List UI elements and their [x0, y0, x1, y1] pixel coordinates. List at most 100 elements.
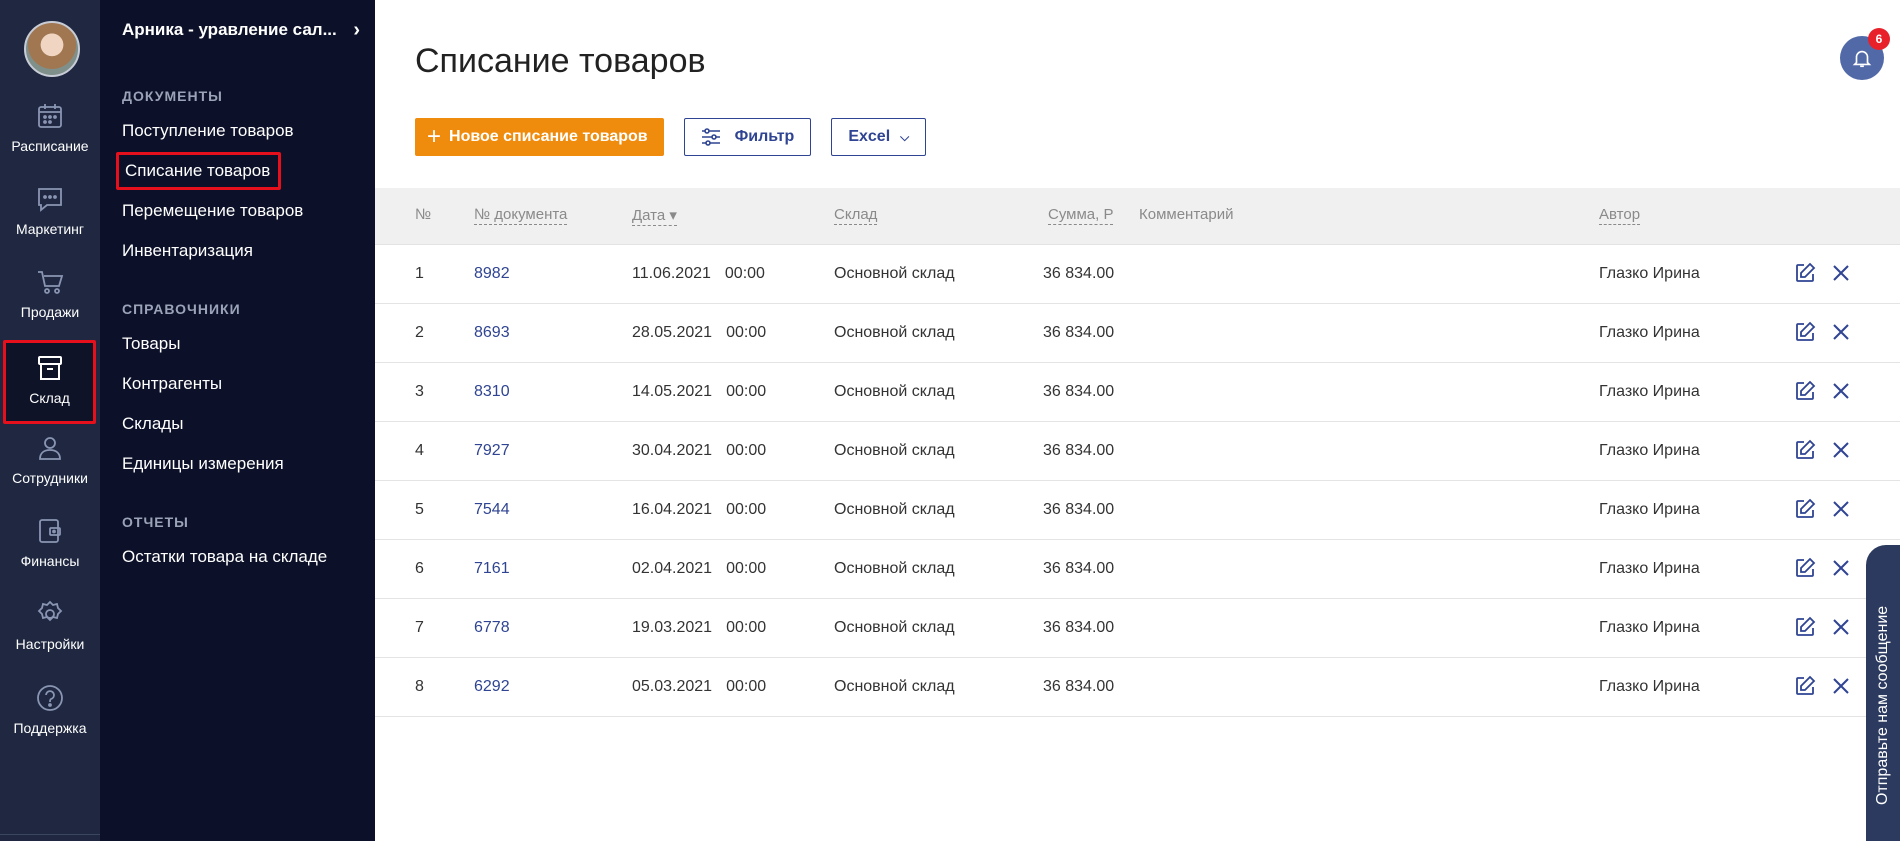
menu-link-warehouses[interactable]: Склады	[122, 414, 183, 434]
menu-link-stock-balance[interactable]: Остатки товара на складе	[122, 547, 327, 567]
page-title: Списание товаров	[415, 42, 706, 80]
cell-date: 11.06.2021 00:00	[632, 265, 765, 283]
cell-date-value: 14.05.2021	[632, 383, 713, 400]
cell-date-value: 05.03.2021	[632, 678, 713, 695]
edit-icon[interactable]	[1793, 261, 1817, 285]
company-name: Арника - уравление сал...	[122, 20, 337, 39]
edit-icon[interactable]	[1793, 615, 1817, 639]
filter-label: Фильтр	[734, 128, 795, 145]
menu-link-contractors[interactable]: Контрагенты	[122, 374, 222, 394]
cell-time-value: 00:00	[726, 442, 767, 459]
divider	[0, 834, 100, 835]
cell-sum: 36 834.00	[1043, 619, 1115, 636]
header-doc-number[interactable]: № документа	[474, 206, 568, 225]
cell-date: 30.04.2021 00:00	[632, 442, 766, 460]
cell-author: Глазко Ирина	[1599, 619, 1700, 636]
edit-icon[interactable]	[1793, 556, 1817, 580]
edit-icon[interactable]	[1793, 379, 1817, 403]
header-sum[interactable]: Сумма, Р	[1048, 206, 1114, 225]
menu-link-transfer[interactable]: Перемещение товаров	[122, 201, 303, 221]
delete-icon[interactable]	[1829, 556, 1853, 580]
cell-time-value: 00:00	[726, 501, 767, 518]
cell-warehouse: Основной склад	[834, 678, 955, 695]
cell-doc-number-link[interactable]: 8693	[474, 324, 510, 342]
rail-item-sales[interactable]: Продажи	[0, 266, 100, 346]
delete-icon[interactable]	[1829, 615, 1853, 639]
cell-time-value: 00:00	[726, 383, 767, 400]
cell-warehouse: Основной склад	[834, 560, 955, 577]
cell-author: Глазко Ирина	[1599, 383, 1700, 400]
cell-doc-number-link[interactable]: 8982	[474, 265, 510, 283]
rail-item-warehouse[interactable]: Склад	[3, 340, 96, 424]
cell-warehouse: Основной склад	[834, 265, 955, 282]
cell-date-value: 02.04.2021	[632, 560, 713, 577]
menu-link-units[interactable]: Единицы измерения	[122, 454, 284, 474]
cell-warehouse: Основной склад	[834, 619, 955, 636]
toolbar: + Новое списание товаров Фильтр Excel ⌵	[415, 118, 927, 156]
menu-link-receipt[interactable]: Поступление товаров	[122, 121, 294, 141]
cell-warehouse: Основной склад	[834, 442, 955, 459]
notifications-button[interactable]: 6	[1840, 28, 1890, 80]
delete-icon[interactable]	[1829, 438, 1853, 462]
feedback-tab[interactable]: Отправьте нам сообщение	[1866, 545, 1900, 841]
cell-num: 6	[415, 560, 424, 577]
rail-item-schedule[interactable]: Расписание	[0, 100, 100, 180]
cell-date: 14.05.2021 00:00	[632, 383, 766, 401]
table-row: 2 8693 28.05.2021 00:00 Основной склад 36…	[375, 304, 1900, 363]
cell-doc-number-link[interactable]: 6778	[474, 619, 510, 637]
avatar[interactable]	[24, 21, 80, 77]
new-writeoff-button[interactable]: + Новое списание товаров	[415, 118, 664, 156]
cell-doc-number-link[interactable]: 6292	[474, 678, 510, 696]
cell-doc-number-link[interactable]: 7161	[474, 560, 510, 578]
help-icon	[34, 682, 66, 714]
table-row: 4 7927 30.04.2021 00:00 Основной склад 36…	[375, 422, 1900, 481]
menu-link-writeoff[interactable]: Списание товаров	[116, 152, 282, 190]
cell-warehouse: Основной склад	[834, 324, 955, 341]
section-title-references: СПРАВОЧНИКИ	[122, 301, 241, 317]
filter-button[interactable]: Фильтр	[683, 118, 812, 156]
rail-item-label: Расписание	[11, 138, 89, 154]
excel-button[interactable]: Excel ⌵	[831, 118, 927, 156]
delete-icon[interactable]	[1829, 261, 1853, 285]
submenu-panel: Арника - уравление сал... › ДОКУМЕНТЫ По…	[100, 0, 375, 841]
cell-sum: 36 834.00	[1043, 324, 1115, 341]
rail-item-marketing[interactable]: Маркетинг	[0, 183, 100, 263]
menu-link-goods[interactable]: Товары	[122, 334, 180, 354]
rail-item-settings[interactable]: Настройки	[0, 598, 100, 678]
rail-item-label: Продажи	[20, 304, 80, 320]
edit-icon[interactable]	[1793, 320, 1817, 344]
cell-date: 02.04.2021 00:00	[632, 560, 766, 578]
delete-icon[interactable]	[1829, 320, 1853, 344]
edit-icon[interactable]	[1793, 438, 1817, 462]
company-switcher[interactable]: Арника - уравление сал... ›	[122, 18, 362, 42]
header-author[interactable]: Автор	[1599, 206, 1641, 225]
cell-doc-number-link[interactable]: 7544	[474, 501, 510, 519]
menu-link-inventory[interactable]: Инвентаризация	[122, 241, 253, 261]
cell-num: 3	[415, 383, 424, 400]
rail-item-label: Настройки	[15, 636, 85, 652]
cell-author: Глазко Ирина	[1599, 560, 1700, 577]
delete-icon[interactable]	[1829, 379, 1853, 403]
table-body: 1 8982 11.06.2021 00:00 Основной склад 36…	[375, 245, 1900, 717]
cell-sum: 36 834.00	[1043, 678, 1115, 695]
delete-icon[interactable]	[1829, 497, 1853, 521]
rail-item-support[interactable]: Поддержка	[0, 682, 100, 762]
delete-icon[interactable]	[1829, 674, 1853, 698]
rail-item-finance[interactable]: Финансы	[0, 515, 100, 595]
archive-box-icon	[34, 352, 66, 384]
edit-icon[interactable]	[1793, 497, 1817, 521]
header-date[interactable]: Дата ▾	[632, 206, 677, 226]
edit-icon[interactable]	[1793, 674, 1817, 698]
rail-item-staff[interactable]: Сотрудники	[0, 432, 100, 512]
gear-icon	[34, 598, 66, 630]
cell-date-value: 19.03.2021	[632, 619, 713, 636]
table-row: 5 7544 16.04.2021 00:00 Основной склад 36…	[375, 481, 1900, 540]
header-warehouse[interactable]: Склад	[834, 206, 878, 225]
chevron-right-icon: ›	[353, 19, 360, 41]
section-title-reports: ОТЧЕТЫ	[122, 514, 189, 530]
header-comment: Комментарий	[1139, 206, 1234, 223]
cell-doc-number-link[interactable]: 8310	[474, 383, 510, 401]
cell-doc-number-link[interactable]: 7927	[474, 442, 510, 460]
notification-badge: 6	[1868, 28, 1890, 50]
table-row: 3 8310 14.05.2021 00:00 Основной склад 36…	[375, 363, 1900, 422]
